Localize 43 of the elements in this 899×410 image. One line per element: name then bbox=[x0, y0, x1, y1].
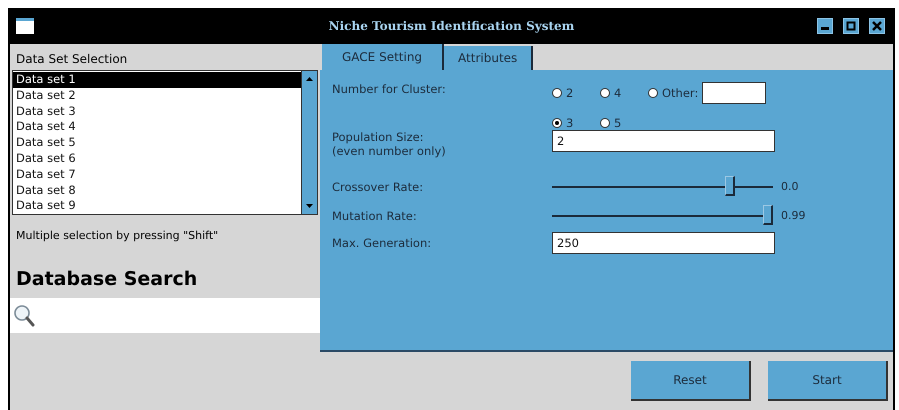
radio-button[interactable]: Other: bbox=[648, 86, 698, 100]
slider[interactable] bbox=[552, 176, 773, 198]
list-item[interactable]: Data set 5 bbox=[13, 135, 301, 151]
hint-text: Multiple selection by pressing "Shift" bbox=[15, 228, 220, 242]
app-icon bbox=[16, 18, 34, 34]
tab[interactable]: GACE Setting bbox=[322, 44, 444, 70]
field-label: Mutation Rate: bbox=[332, 208, 418, 222]
tab[interactable]: Attributes bbox=[444, 46, 534, 70]
maximize-icon[interactable] bbox=[843, 18, 859, 34]
input-field[interactable] bbox=[702, 82, 766, 104]
slider-value: 0.0 bbox=[781, 180, 800, 193]
list-item[interactable]: Data set 3 bbox=[13, 104, 301, 120]
radio-button[interactable]: 5 bbox=[600, 116, 622, 130]
search-field[interactable] bbox=[10, 298, 320, 333]
radio-button[interactable]: 2 bbox=[552, 86, 574, 100]
slider-thumb[interactable] bbox=[725, 176, 736, 196]
field-label: Number for Cluster: bbox=[332, 82, 447, 98]
slider-thumb[interactable] bbox=[763, 204, 773, 224]
button[interactable]: Start bbox=[768, 361, 888, 401]
input-field[interactable]: 2 bbox=[552, 130, 775, 152]
list-item[interactable]: Data set 4 bbox=[13, 119, 301, 136]
field-label: Max. Generation: bbox=[332, 236, 432, 250]
list-item[interactable]: Data set 9 bbox=[13, 198, 301, 214]
slider-value: 0.99 bbox=[781, 209, 806, 222]
field-label: Crossover Rate: bbox=[332, 180, 424, 194]
radio-button[interactable]: 4 bbox=[600, 86, 622, 100]
minimize-icon[interactable] bbox=[817, 18, 833, 34]
list-item[interactable]: Data set 2 bbox=[13, 88, 301, 104]
list-item[interactable]: Data set 1 bbox=[13, 72, 301, 88]
field-hint: (even number only) bbox=[332, 144, 447, 158]
close-icon[interactable] bbox=[869, 18, 885, 34]
radio-button[interactable]: 3 bbox=[552, 116, 574, 130]
list-item[interactable]: Data set 6 bbox=[13, 150, 301, 167]
button[interactable]: Reset bbox=[631, 361, 751, 401]
input-field[interactable]: 250 bbox=[552, 232, 775, 254]
section-heading: Data Set Selection bbox=[15, 51, 128, 68]
list-item[interactable]: Data set 7 bbox=[13, 166, 301, 183]
section-heading: Database Search bbox=[15, 267, 198, 292]
window-title: Niche Tourism Identification System bbox=[328, 19, 574, 33]
field-label: Population Size: bbox=[332, 130, 425, 144]
search-icon bbox=[13, 304, 35, 328]
slider[interactable] bbox=[552, 204, 773, 226]
list-item[interactable]: Data set 8 bbox=[13, 182, 301, 198]
